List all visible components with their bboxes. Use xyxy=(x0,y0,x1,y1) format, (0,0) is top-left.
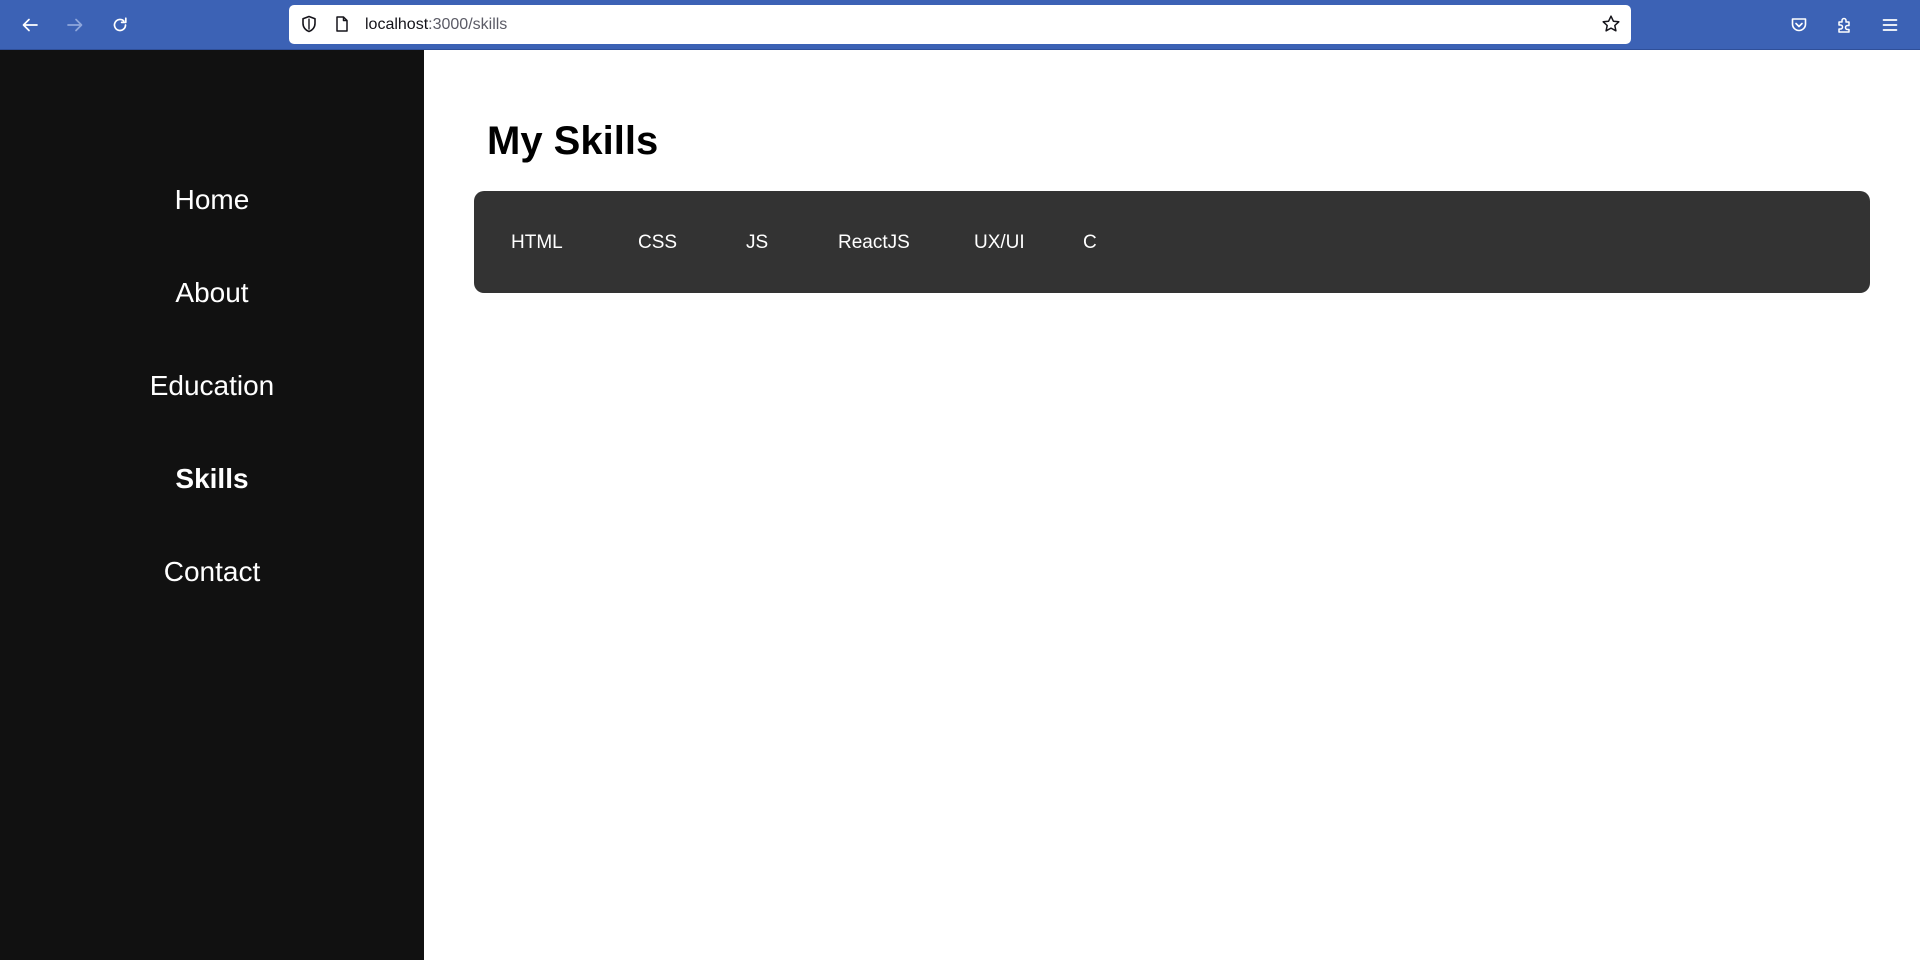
reload-button[interactable] xyxy=(104,9,136,41)
shield-icon[interactable] xyxy=(299,14,319,34)
skills-panel: HTML CSS JS ReactJS UX/UI C xyxy=(474,191,1870,293)
browser-toolbar: localhost:3000/skills xyxy=(0,0,1920,50)
back-button[interactable] xyxy=(14,9,46,41)
page-title: My Skills xyxy=(487,119,659,163)
skill-item-js[interactable]: JS xyxy=(746,231,768,255)
sidebar-item-skills[interactable]: Skills xyxy=(0,461,424,497)
puzzle-icon xyxy=(1838,17,1850,33)
sidebar-item-education[interactable]: Education xyxy=(0,368,424,404)
url-bar[interactable]: localhost:3000/skills xyxy=(289,5,1631,44)
sidebar-item-contact[interactable]: Contact xyxy=(0,554,424,590)
arrow-right-icon xyxy=(67,18,83,32)
sidebar-item-about[interactable]: About xyxy=(0,275,424,311)
skill-item-html[interactable]: HTML xyxy=(511,231,563,255)
page-icon[interactable] xyxy=(333,15,351,33)
main-content: My Skills HTML CSS JS ReactJS UX/UI C xyxy=(424,50,1920,960)
skill-item-c[interactable]: C xyxy=(1083,231,1097,255)
pocket-icon xyxy=(1791,18,1807,32)
arrow-left-icon xyxy=(22,18,38,32)
hamburger-menu-icon xyxy=(1882,19,1898,31)
url-host: localhost xyxy=(365,16,429,33)
star-icon[interactable] xyxy=(1601,14,1621,34)
extensions-button[interactable] xyxy=(1829,9,1861,41)
forward-button[interactable] xyxy=(59,9,91,41)
url-text[interactable]: localhost:3000/skills xyxy=(365,15,507,35)
url-path: :3000/skills xyxy=(428,16,508,33)
pocket-button[interactable] xyxy=(1783,9,1815,41)
skill-item-css[interactable]: CSS xyxy=(638,231,677,255)
skill-item-uxui[interactable]: UX/UI xyxy=(974,231,1025,255)
reload-icon xyxy=(113,17,127,32)
menu-button[interactable] xyxy=(1874,9,1906,41)
skill-item-reactjs[interactable]: ReactJS xyxy=(838,231,910,255)
sidebar-nav: Home About Education Skills Contact xyxy=(0,50,424,960)
sidebar-item-home[interactable]: Home xyxy=(0,182,424,218)
